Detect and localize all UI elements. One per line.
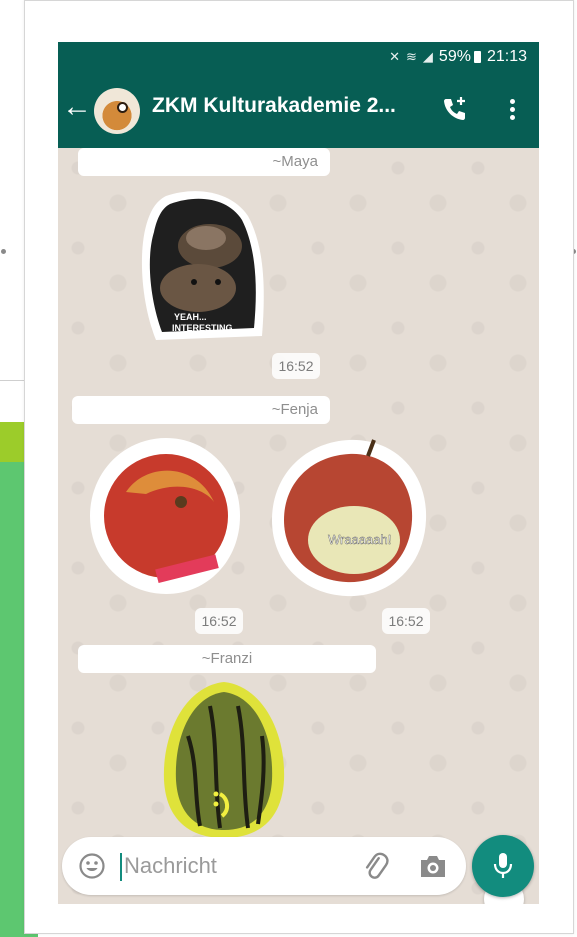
message-time: 16:52 — [195, 608, 243, 634]
signal-icon: ◢ — [422, 49, 433, 64]
sticker-apple-red[interactable] — [86, 432, 246, 600]
message-input[interactable] — [124, 850, 344, 882]
sender-bubble-fenja: ~Fenja — [72, 396, 330, 424]
call-add-icon[interactable] — [440, 94, 470, 124]
sticker-caption-top: YEAH... — [174, 312, 207, 322]
emoji-icon[interactable] — [78, 852, 106, 880]
battery-percent: 59% — [438, 48, 471, 65]
sticker-caption-bottom: INTERESTING — [172, 323, 233, 333]
battery-icon — [473, 51, 481, 63]
phone-screen: ✕ ≋ ◢ 59% 21:13 ← ZKM Kulturakademie 2..… — [58, 42, 539, 904]
text-cursor — [120, 853, 122, 881]
voice-record-button[interactable] — [472, 835, 534, 897]
status-bar: ✕ ≋ ◢ 59% 21:13 — [58, 42, 539, 72]
message-composer — [62, 837, 466, 895]
sender-name: ~Franzi — [201, 650, 253, 667]
chat-header: ← ZKM Kulturakademie 2... — [58, 72, 539, 148]
mute-icon: ✕ — [389, 49, 401, 64]
wifi-icon: ≋ — [406, 49, 417, 64]
chat-area[interactable]: ~Maya YEAH... INTERESTING 16:52 ~Fenja W… — [58, 148, 539, 904]
mic-icon — [493, 853, 513, 878]
back-arrow-icon[interactable]: ← — [62, 92, 92, 122]
sender-bubble-franzi: ~Franzi — [78, 645, 376, 673]
sticker-melon-lemon[interactable] — [158, 676, 290, 838]
sticker-caption: Wraaaaah! — [328, 532, 391, 547]
sender-name: ~Maya — [272, 153, 318, 170]
attach-icon[interactable] — [360, 851, 390, 881]
sticker-otters[interactable]: YEAH... INTERESTING — [136, 186, 268, 348]
sender-bubble-maya: ~Maya — [78, 148, 330, 176]
carousel-left-dot — [1, 249, 6, 254]
avatar-eye — [117, 102, 128, 113]
group-avatar[interactable] — [94, 88, 140, 134]
message-time: 16:52 — [382, 608, 430, 634]
message-time: 16:52 — [272, 353, 320, 379]
more-vert-icon[interactable] — [502, 96, 522, 126]
clock: 21:13 — [486, 48, 527, 65]
chat-title[interactable]: ZKM Kulturakademie 2... — [152, 94, 432, 118]
sticker-apple-bitten[interactable]: Wraaaaah! — [264, 428, 434, 604]
camera-icon[interactable] — [418, 853, 448, 879]
sender-name: ~Fenja — [271, 401, 318, 418]
